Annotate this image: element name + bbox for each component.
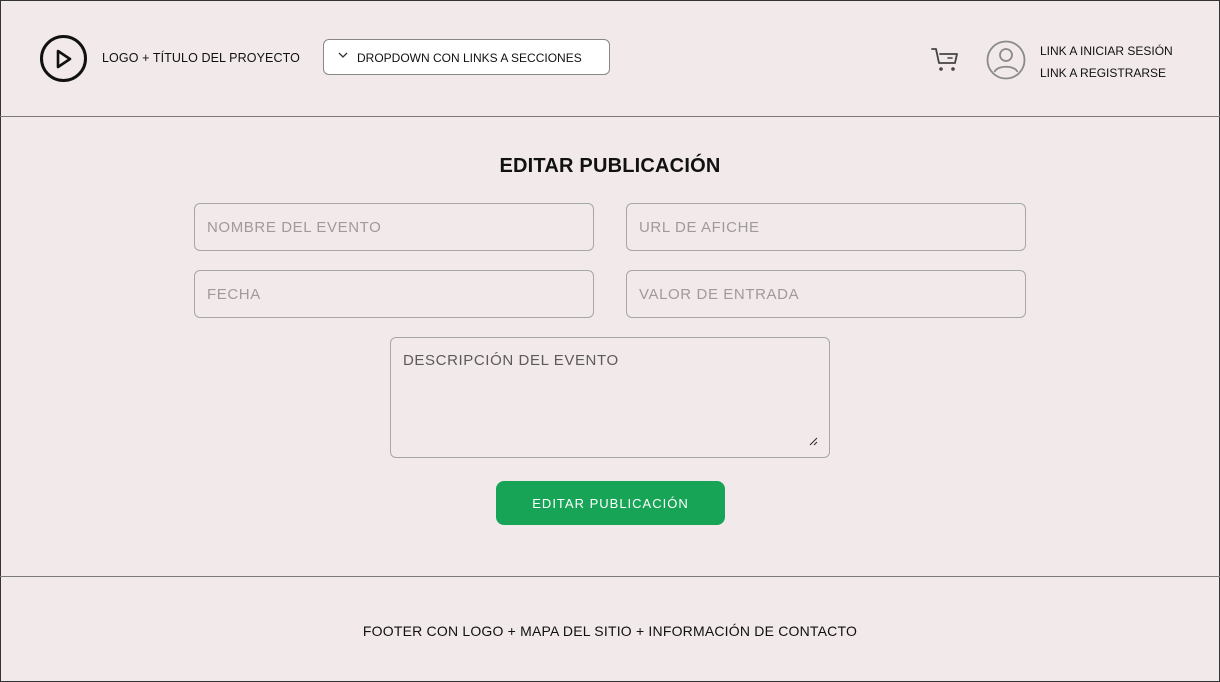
auth-links: LINK A INICIAR SESIÓN LINK A REGISTRARSE	[1040, 40, 1173, 84]
poster-url-input[interactable]	[626, 203, 1026, 251]
logo-title[interactable]: LOGO + TÍTULO DEL PROYECTO	[102, 51, 300, 65]
event-name-input[interactable]	[194, 203, 594, 251]
play-icon[interactable]	[40, 35, 87, 82]
footer-text: FOOTER CON LOGO + MAPA DEL SITIO + INFOR…	[362, 623, 858, 639]
ticket-price-input[interactable]	[626, 270, 1026, 318]
site-footer: FOOTER CON LOGO + MAPA DEL SITIO + INFOR…	[0, 576, 1220, 682]
chevron-down-icon	[338, 52, 348, 58]
resize-handle-icon[interactable]	[808, 436, 818, 446]
dropdown-label: DROPDOWN CON LINKS A SECCIONES	[357, 51, 582, 65]
site-header: LOGO + TÍTULO DEL PROYECTO DROPDOWN CON …	[0, 0, 1220, 117]
date-input[interactable]	[194, 270, 594, 318]
login-link[interactable]: LINK A INICIAR SESIÓN	[1040, 40, 1173, 62]
sections-dropdown[interactable]: DROPDOWN CON LINKS A SECCIONES	[323, 39, 610, 75]
cart-icon[interactable]	[930, 45, 960, 73]
user-avatar-icon[interactable]	[986, 40, 1026, 80]
event-description-textarea[interactable]	[390, 337, 830, 458]
edit-publication-button[interactable]: EDITAR PUBLICACIÓN	[496, 481, 725, 525]
page-title: EDITAR PUBLICACIÓN	[499, 155, 721, 177]
register-link[interactable]: LINK A REGISTRARSE	[1040, 62, 1173, 84]
